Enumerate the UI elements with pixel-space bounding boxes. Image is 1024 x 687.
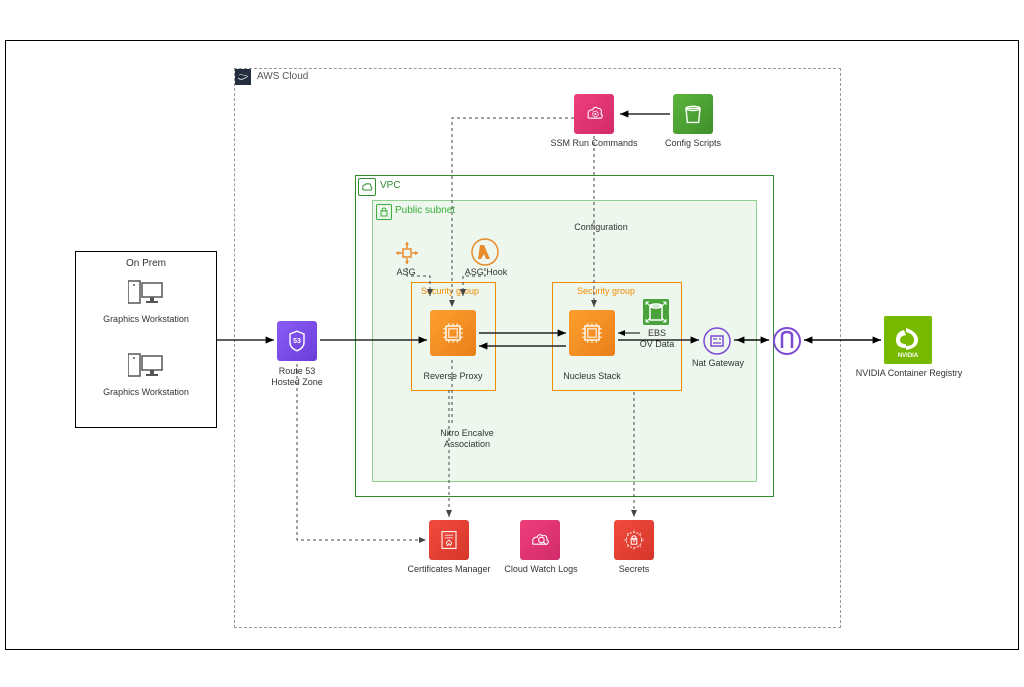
config-scripts-label: Config Scripts (648, 138, 738, 149)
config-scripts-icon (673, 94, 713, 134)
configuration-label: Configuration (566, 222, 636, 233)
nvidia-icon: NVIDIA (884, 316, 932, 364)
onprem-box: On Prem Graphics Workstation Graphics Wo… (75, 251, 217, 428)
workstation-2-icon (128, 350, 164, 383)
vpc-label: VPC (380, 180, 401, 191)
subnet-label: Public subnet (395, 205, 455, 216)
route53-icon: 53 (277, 321, 317, 361)
ssm-icon (574, 94, 614, 134)
ssm-label: SSM Run Commands (544, 138, 644, 149)
ws1-label: Graphics Workstation (76, 314, 216, 325)
nat-gateway-icon (702, 326, 732, 361)
nat-label: Nat Gateway (688, 358, 748, 369)
sg1-label: Security group (421, 286, 479, 296)
asg-hook-label: ASG Hook (458, 267, 514, 278)
cert-mgr-label: Certificates Manager (402, 564, 496, 575)
nucleus-stack-label: Nucleus Stack (552, 371, 632, 382)
reverse-proxy-label: Reverse Proxy (413, 371, 493, 382)
internet-gateway-icon (772, 326, 802, 361)
onprem-title: On Prem (76, 258, 216, 270)
nvidia-label: NVIDIA Container Registry (844, 368, 974, 379)
svg-text:53: 53 (293, 338, 301, 345)
sg2-label: Security group (577, 286, 635, 296)
workstation-1-icon (128, 277, 164, 310)
cert-manager-icon (429, 520, 469, 560)
cw-label: Cloud Watch Logs (496, 564, 586, 575)
secrets-label: Secrets (600, 564, 668, 575)
nucleus-stack-icon (569, 310, 615, 356)
route53-label: Route 53 Hosted Zone (257, 366, 337, 388)
secrets-icon (614, 520, 654, 560)
nitro-label: Nitro Encalve Association (422, 428, 512, 450)
reverse-proxy-icon (430, 310, 476, 356)
ebs-label: EBS OV Data (632, 328, 682, 350)
aws-cloud-label: AWS Cloud (257, 71, 308, 82)
ebs-icon (642, 298, 670, 331)
cloudwatch-icon (520, 520, 560, 560)
ws2-label: Graphics Workstation (76, 387, 216, 398)
asg-label: ASG (388, 267, 424, 278)
svg-text:NVIDIA: NVIDIA (898, 353, 919, 359)
